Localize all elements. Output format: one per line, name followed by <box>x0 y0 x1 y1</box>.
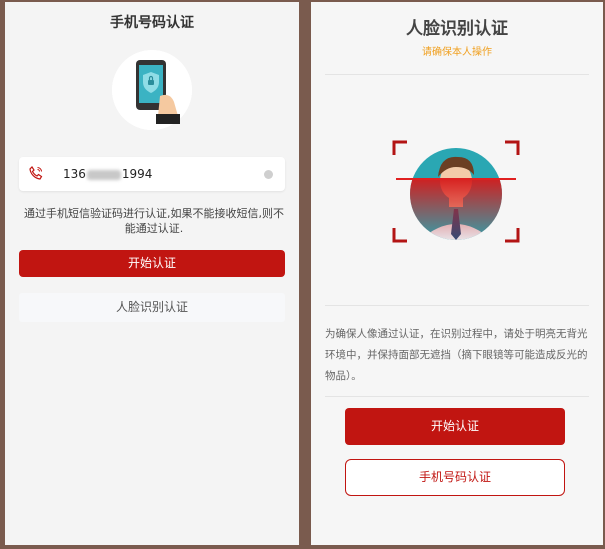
divider <box>325 396 589 397</box>
phone-verification-screen: 手机号码认证 136 1994 通过手机短信验证码进行认证,如果不能接收短信,则不… <box>5 2 299 545</box>
phone-shield-illustration <box>112 50 192 130</box>
sms-description: 通过手机短信验证码进行认证,如果不能接收短信,则不能通过认证. <box>24 207 284 235</box>
face-scan-illustration <box>391 139 521 244</box>
face-notice: 为确保人像通过认证，在识别过程中，请处于明亮无背光环境中，并保持面部无遮挡（摘下… <box>325 328 588 382</box>
clear-icon[interactable] <box>264 170 273 179</box>
face-verification-screen: 人脸识别认证 请确保本人操作 为确保人像通过认证，在识别过程中，请处于明亮无背光… <box>311 2 603 545</box>
phone-number-value: 136 1994 <box>63 167 153 181</box>
start-verification-button[interactable]: 开始认证 <box>19 250 285 277</box>
page-subtitle: 请确保本人操作 <box>422 47 492 58</box>
divider <box>325 305 589 306</box>
phone-icon <box>28 165 44 181</box>
page-title: 手机号码认证 <box>110 15 194 31</box>
phone-number-field[interactable]: 136 1994 <box>19 157 285 191</box>
phone-verification-button[interactable]: 手机号码认证 <box>345 459 565 496</box>
face-verification-button[interactable]: 人脸识别认证 <box>19 293 285 322</box>
start-verification-button[interactable]: 开始认证 <box>345 408 565 445</box>
page-title: 人脸识别认证 <box>406 19 508 39</box>
divider <box>325 74 589 75</box>
